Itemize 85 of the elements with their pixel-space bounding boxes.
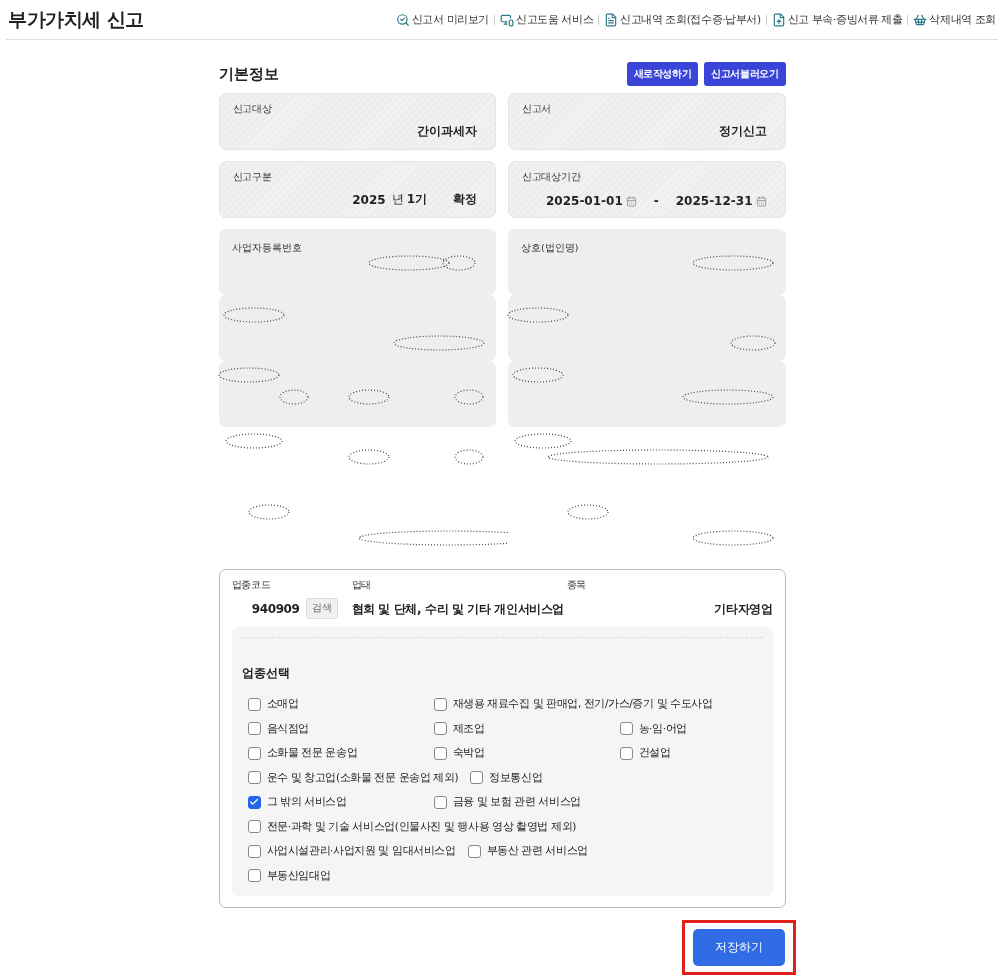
field-value: 간이과세자 [417,123,477,140]
header-link[interactable]: 신고도움 서비스 [500,12,594,27]
checkbox[interactable] [247,820,261,834]
header-link[interactable]: 신고 부속·증빙서류 제출 [771,12,903,27]
scribble-drawing [567,504,609,520]
year-value: 2025 [352,192,386,207]
checkbox[interactable] [247,795,261,809]
industry-checkbox[interactable]: 재생용 재료수집 및 판매업, 전기/가스/증기 및 수도사업 [433,697,725,712]
scribble-drawing [222,307,285,323]
field-label: 상호(법인명) [521,242,579,253]
checkbox[interactable] [433,795,447,809]
checkbox[interactable] [619,722,633,736]
field-label: 업종코드 [231,579,272,592]
field-value: 정기신고 [718,123,767,140]
industry-checkbox[interactable]: 정보통신업 [470,770,657,785]
scribble-drawing [730,335,776,351]
document-icon [604,12,619,27]
year-unit: 년 [391,191,404,208]
end-date: 2025-12-31 [675,194,753,208]
scribble-drawing [224,433,283,449]
scribble-drawing [347,449,390,465]
search-button[interactable]: 검색 [305,598,338,619]
checkbox[interactable] [619,746,633,760]
status-value: 확정 [453,191,477,208]
term-value: 1기 [406,191,427,208]
industry-checkbox[interactable]: 농·임·어업 [619,721,806,736]
header-link[interactable]: 삭제내역 조회 [913,12,996,27]
date-separator: - [653,194,659,208]
industry-checkbox[interactable]: 사업시설관리·사업지원 및 임대서비스업 [247,844,468,859]
header-link[interactable]: 신고내역 조회(접수증·납부서) [604,12,761,27]
scribble-drawing [347,389,390,405]
checkbox[interactable] [247,697,261,711]
industry-code: 940909 [251,601,300,616]
monitor-icon [500,12,514,27]
field-label: 업태 [351,579,372,592]
basket-icon [913,12,928,27]
business-item: 기타자영업 [714,601,773,618]
field-label: 신고대상 [232,103,273,116]
industry-checkbox[interactable]: 건설업 [619,746,806,761]
checkbox[interactable] [433,697,447,711]
industry-checkbox[interactable]: 소화물 전문 운송업 [247,746,434,761]
checkbox[interactable] [247,869,261,883]
checkbox[interactable] [433,722,447,736]
checkbox[interactable] [247,771,261,785]
scribble-drawing [278,389,309,405]
business-type: 협회 및 단체, 수리 및 기타 개인서비스업 [351,601,565,618]
checkbox[interactable] [247,746,261,760]
scribble-drawing [512,367,564,383]
document-upload-icon [771,12,786,27]
field-label: 신고서 [522,103,553,116]
industry-checkbox[interactable]: 운수 및 창고업(소화물 전문 운송업 제외) [247,770,471,785]
header-link[interactable]: 신고서 미리보기 [395,12,489,27]
industry-checkbox[interactable]: 숙박업 [433,746,620,761]
checkbox[interactable] [247,844,261,858]
calendar-icon[interactable] [625,195,637,207]
industry-checkbox[interactable]: 금융 및 보험 관련 서비스업 [433,795,620,810]
start-date: 2025-01-01 [546,194,623,208]
scribble-drawing [453,389,484,405]
field-label: 신고대상기간 [522,171,582,184]
action-button[interactable]: 신고서불러오기 [704,62,786,86]
industry-checkbox[interactable]: 제조업 [433,721,620,736]
field-label: 종목 [566,579,587,592]
calendar-icon[interactable] [755,195,767,207]
options-title: 업종선택 [241,665,291,682]
scribble-drawing [217,367,280,383]
industry-checkbox[interactable]: 음식점업 [247,721,434,736]
page-title: 부가가치세 신고 [8,6,144,32]
industry-checkbox[interactable]: 부동산임대업 [247,868,434,883]
field-label: 사업자등록번호 [231,242,302,253]
scribble-drawing [247,504,290,520]
checkbox[interactable] [470,771,484,785]
checkbox[interactable] [247,722,261,736]
action-button[interactable]: 새로작성하기 [626,62,699,86]
save-button[interactable]: 저장하기 [692,929,785,966]
industry-checkbox[interactable]: 부동산 관련 서비스업 [467,844,654,859]
field-label: 신고구분 [232,171,273,184]
industry-checkbox[interactable]: 그 밖의 서비스업 [247,795,434,810]
industry-checkbox[interactable]: 소매업 [247,697,434,712]
checkbox[interactable] [467,844,481,858]
industry-checkbox[interactable]: 전문·과학 및 기술 서비스업(인물사진 및 행사용 영상 촬영법 제외) [247,819,588,834]
section-title: 기본정보 [218,64,279,84]
checkbox[interactable] [433,746,447,760]
magnifier-check-icon [395,12,410,27]
scribble-drawing [507,307,569,323]
scribble-drawing [453,449,484,465]
